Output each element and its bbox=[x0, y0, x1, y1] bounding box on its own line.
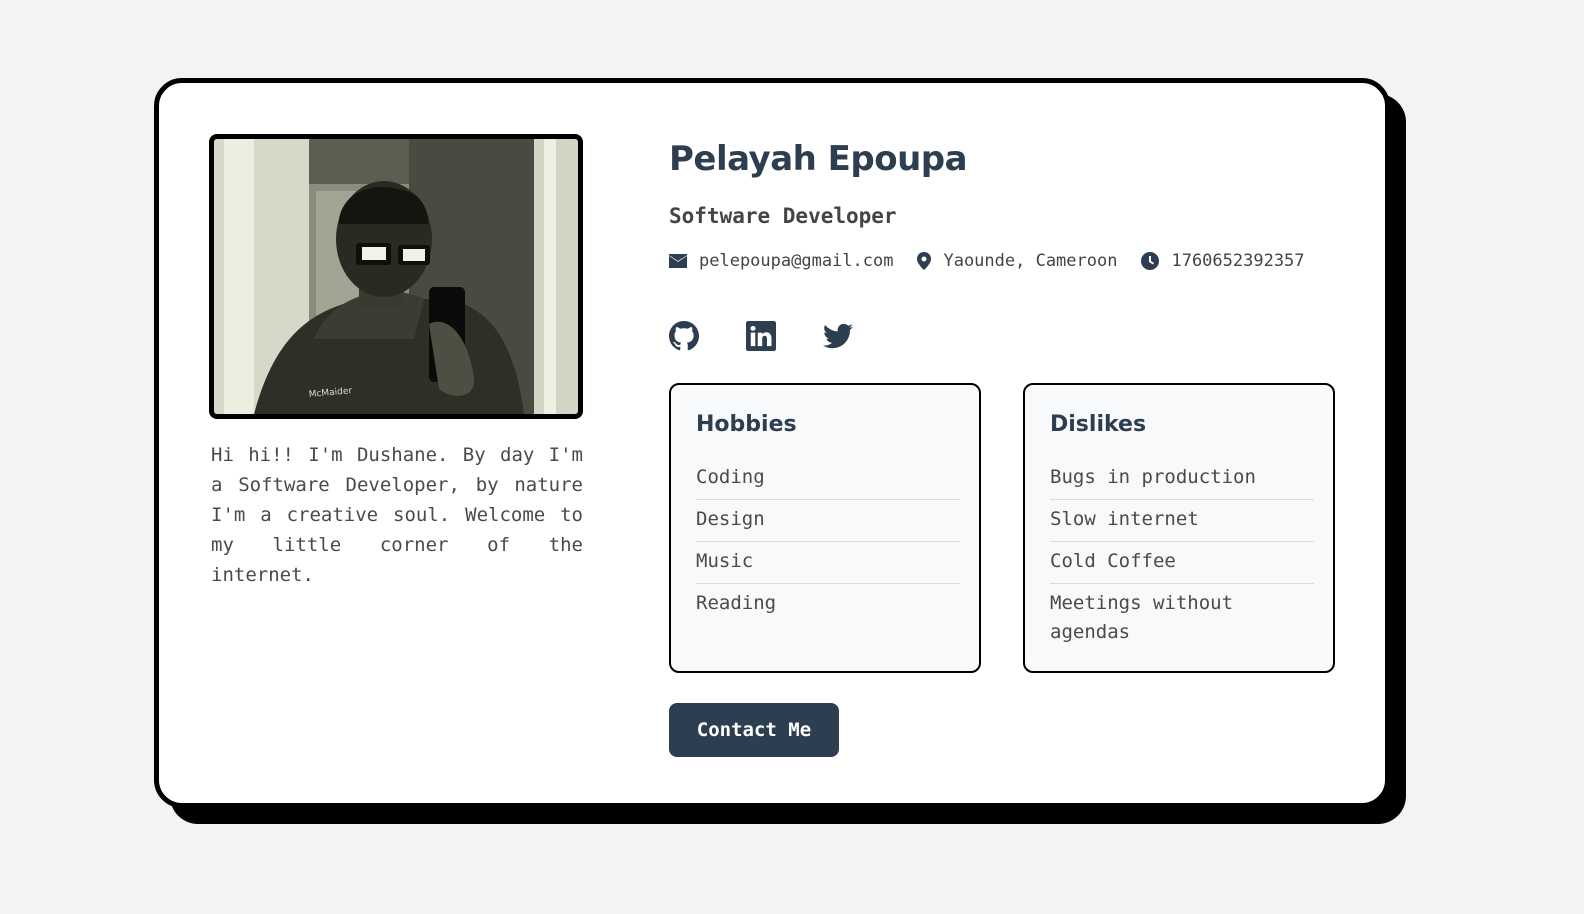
list-item: Design bbox=[696, 500, 960, 542]
hobbies-title: Hobbies bbox=[696, 412, 797, 437]
contact-me-button[interactable]: Contact Me bbox=[669, 703, 839, 757]
social-links bbox=[669, 321, 900, 351]
profile-name: Pelayah Epoupa bbox=[669, 139, 968, 179]
github-icon bbox=[669, 321, 699, 351]
profile-card: McMaider Hi hi!! I'm Dushane. By day I'm… bbox=[154, 78, 1390, 808]
list-item: Coding bbox=[696, 458, 960, 500]
dislikes-title: Dislikes bbox=[1050, 412, 1147, 437]
contact-info: pelepoupa@gmail.com Yaounde, Cameroon 17… bbox=[669, 251, 1329, 271]
twitter-icon bbox=[823, 323, 853, 349]
list-item: Slow internet bbox=[1050, 500, 1314, 542]
email-contact[interactable]: pelepoupa@gmail.com bbox=[669, 251, 893, 271]
location-text: Yaounde, Cameroon bbox=[943, 251, 1118, 271]
map-pin-icon bbox=[917, 252, 932, 270]
bio-text: Hi hi!! I'm Dushane. By day I'm a Softwa… bbox=[211, 444, 583, 586]
dislikes-panel: Dislikes Bugs in production Slow interne… bbox=[1023, 383, 1335, 673]
envelope-icon bbox=[669, 254, 687, 268]
linkedin-icon bbox=[746, 321, 776, 351]
location-contact: Yaounde, Cameroon bbox=[917, 251, 1117, 271]
clock-icon bbox=[1141, 252, 1160, 270]
list-item: Bugs in production bbox=[1050, 458, 1314, 500]
list-item: Reading bbox=[696, 592, 777, 614]
github-link[interactable] bbox=[669, 321, 699, 351]
email-text: pelepoupa@gmail.com bbox=[699, 251, 894, 271]
list-item: Music bbox=[696, 542, 960, 584]
phone-contact[interactable]: 1760652392357 bbox=[1141, 251, 1305, 271]
list-item: Meetings without agendas bbox=[1050, 592, 1234, 643]
linkedin-link[interactable] bbox=[746, 321, 776, 351]
phone-text: 1760652392357 bbox=[1171, 251, 1305, 271]
hobbies-panel: Hobbies Coding Design Music Reading bbox=[669, 383, 981, 673]
hobbies-list: Coding Design Music Reading bbox=[696, 458, 960, 625]
dislikes-list: Bugs in production Slow internet Cold Co… bbox=[1050, 458, 1314, 654]
profile-photo: McMaider bbox=[209, 134, 583, 419]
list-item: Cold Coffee bbox=[1050, 542, 1314, 584]
twitter-link[interactable] bbox=[823, 321, 853, 351]
profile-role: Software Developer bbox=[669, 204, 897, 228]
